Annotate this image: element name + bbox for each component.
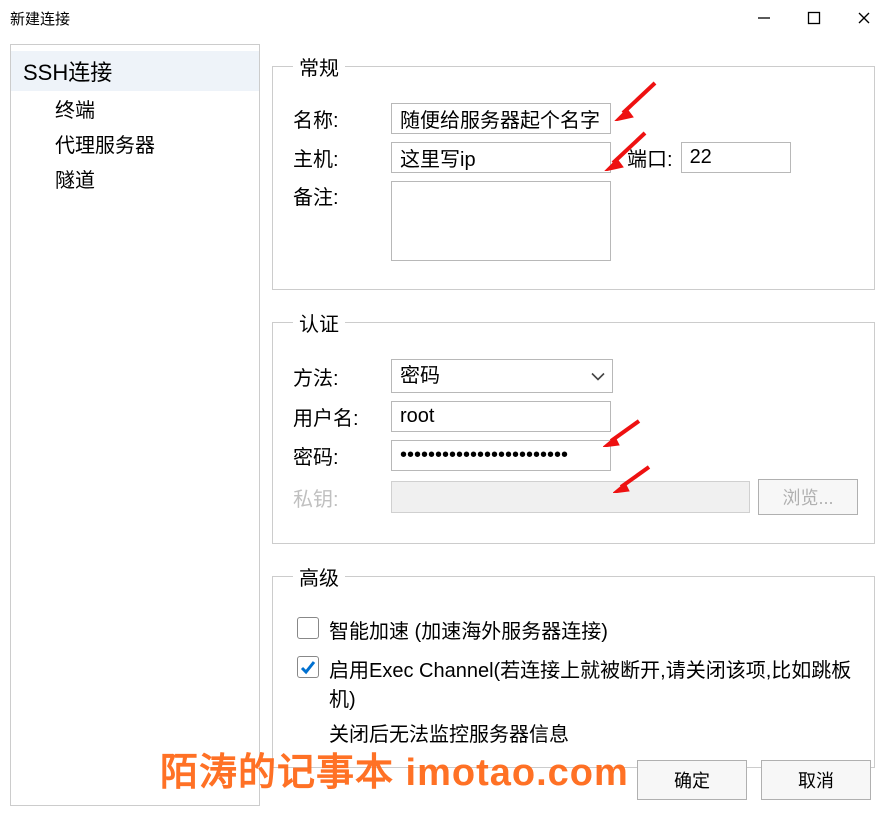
- window-controls: [739, 0, 889, 36]
- smart-accel-checkbox[interactable]: [297, 617, 319, 639]
- sidebar: SSH连接 终端 代理服务器 隧道: [10, 44, 260, 806]
- name-label: 名称:: [293, 104, 383, 133]
- private-key-label: 私钥:: [293, 483, 383, 512]
- group-general: 常规 名称: 主机: 端口: 备注:: [272, 52, 875, 290]
- group-auth: 认证 方法: 密码 用户名: 密码:: [272, 308, 875, 544]
- minimize-button[interactable]: [739, 0, 789, 36]
- ok-button[interactable]: 确定: [637, 760, 747, 800]
- username-input[interactable]: [391, 401, 611, 432]
- port-label: 端口:: [627, 143, 673, 172]
- window-title: 新建连接: [10, 8, 70, 29]
- maximize-button[interactable]: [789, 0, 839, 36]
- method-select[interactable]: 密码: [391, 359, 613, 393]
- exec-channel-checkbox[interactable]: [297, 656, 319, 678]
- smart-accel-row[interactable]: 智能加速 (加速海外服务器连接): [297, 615, 858, 644]
- browse-button[interactable]: 浏览...: [758, 479, 858, 515]
- exec-channel-row[interactable]: 启用Exec Channel(若连接上就被断开,请关闭该项,比如跳板机): [297, 654, 858, 712]
- sidebar-item-proxy[interactable]: 代理服务器: [11, 126, 259, 161]
- method-label: 方法:: [293, 362, 383, 391]
- port-input[interactable]: [681, 142, 791, 173]
- exec-channel-note: 关闭后无法监控服务器信息: [329, 718, 858, 747]
- private-key-input: [391, 481, 750, 513]
- titlebar: 新建连接: [0, 0, 889, 36]
- host-input[interactable]: [391, 142, 611, 173]
- remark-textarea[interactable]: [391, 181, 611, 261]
- group-auth-legend: 认证: [293, 308, 345, 337]
- sidebar-item-terminal[interactable]: 终端: [11, 91, 259, 126]
- password-input[interactable]: [391, 440, 611, 471]
- username-label: 用户名:: [293, 402, 383, 431]
- cancel-button[interactable]: 取消: [761, 760, 871, 800]
- smart-accel-label: 智能加速 (加速海外服务器连接): [329, 615, 608, 644]
- group-general-legend: 常规: [293, 52, 345, 81]
- group-advanced-legend: 高级: [293, 562, 345, 591]
- sidebar-item-ssh[interactable]: SSH连接: [11, 51, 259, 91]
- password-label: 密码:: [293, 441, 383, 470]
- content-panel: 常规 名称: 主机: 端口: 备注:: [266, 36, 889, 814]
- host-label: 主机:: [293, 143, 383, 172]
- group-advanced: 高级 智能加速 (加速海外服务器连接) 启用Exec Channel(若连接上就…: [272, 562, 875, 768]
- dialog-footer: 确定 取消: [637, 760, 871, 800]
- remark-label: 备注:: [293, 181, 383, 210]
- name-input[interactable]: [391, 103, 611, 134]
- exec-channel-label: 启用Exec Channel(若连接上就被断开,请关闭该项,比如跳板机): [329, 654, 858, 712]
- close-button[interactable]: [839, 0, 889, 36]
- sidebar-item-tunnel[interactable]: 隧道: [11, 161, 259, 196]
